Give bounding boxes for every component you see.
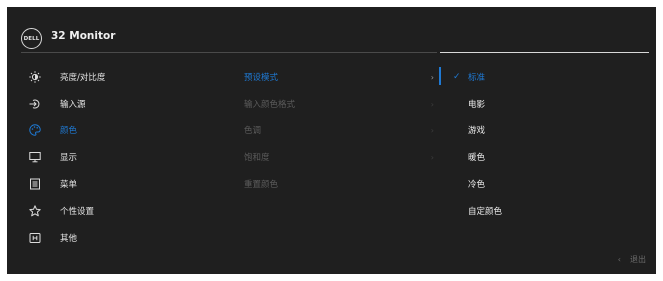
input-source-icon <box>28 97 42 111</box>
monitor-osd: DELL 32 Monitor 亮度/对比度 输入源 颜色 显示 菜单 个性设置… <box>7 7 656 274</box>
submenu-label: 重置颜色 <box>244 180 279 190</box>
submenu-item-preset-mode[interactable]: 预设模式 › <box>244 67 434 87</box>
color-palette-icon <box>28 123 42 137</box>
menu-label: 显示 <box>60 153 78 163</box>
brand-text: DELL <box>23 35 40 42</box>
option-game[interactable]: 游戏 <box>453 120 603 140</box>
model-title: 32 Monitor <box>51 30 116 42</box>
chevron-right-icon: › <box>430 99 434 109</box>
submenu-item-input-color-format[interactable]: 输入颜色格式 › <box>244 94 434 114</box>
menu-label: 菜单 <box>60 180 78 190</box>
selection-indicator <box>439 67 441 85</box>
option-warm[interactable]: 暖色 <box>453 147 603 167</box>
menu-label: 亮度/对比度 <box>60 73 106 83</box>
exit-button[interactable]: ‹ 退出 <box>618 254 646 265</box>
options-panel-underline <box>440 52 649 53</box>
other-icon <box>28 231 42 245</box>
brightness-icon <box>28 70 42 84</box>
option-label: 标准 <box>468 73 486 83</box>
option-label: 电影 <box>468 100 486 110</box>
submenu-item-saturation[interactable]: 饱和度 › <box>244 147 434 167</box>
menu-label: 输入源 <box>60 100 86 110</box>
chevron-right-icon: › <box>430 72 434 82</box>
menu-label: 颜色 <box>60 126 78 136</box>
option-label: 游戏 <box>468 126 486 136</box>
option-custom-color[interactable]: 自定颜色 <box>453 201 603 221</box>
star-icon <box>28 204 42 218</box>
submenu-label: 输入颜色格式 <box>244 100 296 110</box>
option-label: 暖色 <box>468 153 486 163</box>
option-label: 冷色 <box>468 180 486 190</box>
submenu-label: 预设模式 <box>244 73 279 83</box>
dell-logo: DELL <box>21 28 42 49</box>
option-standard[interactable]: ✓ 标准 <box>453 67 603 87</box>
option-cool[interactable]: 冷色 <box>453 174 603 194</box>
display-icon <box>28 150 42 164</box>
checkmark-icon: ✓ <box>453 72 461 82</box>
chevron-right-icon: › <box>430 125 434 135</box>
menu-label: 其他 <box>60 234 78 244</box>
option-label: 自定颜色 <box>468 207 503 217</box>
submenu-label: 饱和度 <box>244 153 270 163</box>
header-divider <box>21 52 437 53</box>
option-movie[interactable]: 电影 <box>453 94 603 114</box>
chevron-right-icon: › <box>430 152 434 162</box>
submenu-item-hue[interactable]: 色调 › <box>244 120 434 140</box>
submenu-label: 色调 <box>244 126 262 136</box>
exit-label: 退出 <box>630 255 646 264</box>
menu-label: 个性设置 <box>60 207 95 217</box>
submenu-item-reset-color[interactable]: 重置颜色 <box>244 174 434 194</box>
chevron-left-icon: ‹ <box>617 255 621 264</box>
menu-icon <box>28 177 42 191</box>
